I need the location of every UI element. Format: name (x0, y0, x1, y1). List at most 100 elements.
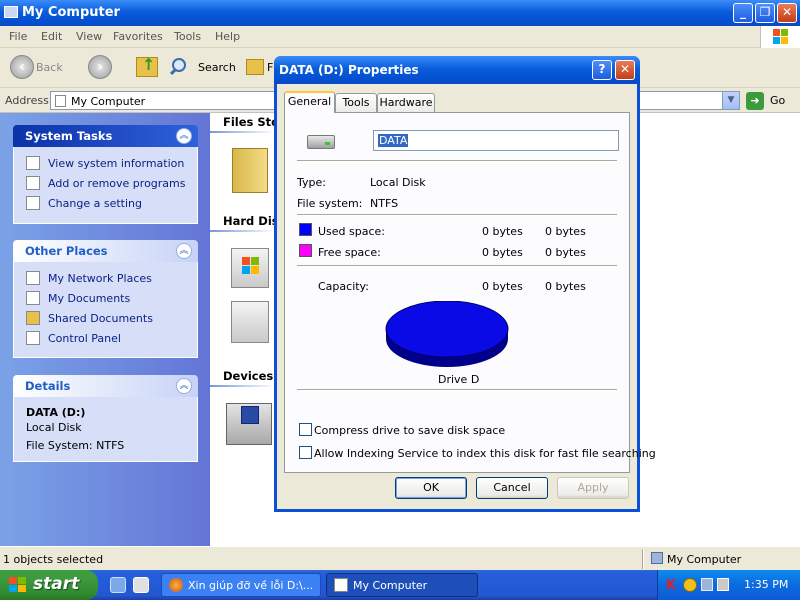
compress-drive-checkbox[interactable] (299, 423, 312, 436)
shared-documents-folder-icon[interactable] (232, 148, 268, 193)
taskbar-item-my-computer[interactable]: My Computer (326, 573, 478, 597)
window-title: My Computer (22, 5, 120, 20)
divider (297, 214, 617, 216)
menu-favorites[interactable]: Favorites (113, 30, 163, 43)
tab-hardware[interactable]: Hardware (377, 93, 435, 112)
add-remove-programs-icon (26, 176, 40, 190)
indexing-service-checkbox[interactable] (299, 446, 312, 459)
volume-tray-icon[interactable] (717, 578, 729, 591)
volume-name-input[interactable]: DATA (373, 130, 619, 151)
windows-flag-icon (9, 577, 27, 593)
go-arrow-icon[interactable]: ➜ (746, 92, 764, 110)
tab-general[interactable]: General (284, 91, 335, 113)
menu-bar: File Edit View Favorites Tools Help (0, 26, 800, 48)
used-space-size: 0 bytes (545, 225, 586, 238)
properties-dialog: DATA (D:) Properties ? ✕ General Tools H… (274, 56, 656, 512)
details-type: Local Disk (26, 421, 82, 434)
details-header[interactable]: Details ︽ (13, 375, 198, 397)
ok-button[interactable]: OK (395, 477, 467, 499)
dialog-body: General Tools Hardware DATA Type: Local … (277, 84, 656, 509)
minimize-button[interactable]: _ (733, 3, 753, 23)
used-space-label: Used space: (318, 225, 386, 238)
windows-logo-icon (760, 26, 800, 48)
search-button[interactable]: Search (168, 55, 238, 81)
menu-edit[interactable]: Edit (41, 30, 62, 43)
collapse-chevron-icon[interactable]: ︽ (176, 378, 192, 394)
forward-arrow-icon: › (88, 55, 112, 79)
up-folder-button[interactable]: ↑ (134, 55, 160, 81)
indexing-service-label[interactable]: Allow Indexing Service to index this dis… (314, 447, 656, 460)
folder-window-icon (334, 578, 348, 592)
hard-drive-icon (305, 125, 337, 153)
clock[interactable]: 1:35 PM (744, 578, 788, 591)
cancel-button[interactable]: Cancel (476, 477, 548, 499)
type-label: Type: (297, 176, 326, 189)
free-space-label: Free space: (318, 246, 381, 259)
my-computer-small-icon (55, 95, 66, 107)
menu-help[interactable]: Help (215, 30, 240, 43)
my-computer-icon (4, 6, 18, 18)
system-tasks-title: System Tasks (25, 129, 113, 143)
disk-usage-pie (385, 301, 509, 367)
folders-icon (246, 59, 264, 75)
address-dropdown-chevron-icon[interactable]: ▼ (722, 92, 739, 109)
free-space-size: 0 bytes (545, 246, 586, 259)
capacity-label: Capacity: (318, 280, 369, 293)
quicklaunch-windows-icon[interactable] (133, 577, 149, 593)
system-info-icon (26, 156, 40, 170)
system-tasks-header[interactable]: System Tasks ︽ (13, 125, 198, 147)
drive-d-icon[interactable] (231, 301, 269, 343)
dialog-close-button[interactable]: ✕ (615, 60, 635, 80)
go-button[interactable]: Go (770, 94, 785, 107)
details-body: DATA (D:) Local Disk File System: NTFS (13, 397, 198, 462)
task-pane: System Tasks ︽ View system information A… (0, 113, 210, 546)
taskbar-item-browser[interactable]: Xin giúp đỡ về lỗi D:\... (161, 573, 321, 597)
address-label: Address (5, 94, 49, 107)
back-arrow-icon: ‹ (10, 55, 34, 79)
back-label: Back (36, 61, 63, 74)
start-button[interactable]: start (0, 570, 98, 600)
menu-tools[interactable]: Tools (174, 30, 201, 43)
collapse-chevron-icon[interactable]: ︽ (176, 128, 192, 144)
control-panel-icon (26, 331, 40, 345)
collapse-chevron-icon[interactable]: ︽ (176, 243, 192, 259)
folders-button[interactable]: F (244, 55, 273, 81)
forward-button[interactable]: › (86, 55, 126, 81)
dialog-titlebar[interactable]: DATA (D:) Properties ? ✕ (274, 56, 640, 84)
menu-file[interactable]: File (9, 30, 27, 43)
window-titlebar[interactable]: My Computer _ ❐ ✕ (0, 0, 800, 26)
maximize-button[interactable]: ❐ (755, 3, 775, 23)
network-tray-icon[interactable] (683, 578, 697, 592)
system-tasks-body: View system information Add or remove pr… (13, 147, 198, 224)
tab-tools[interactable]: Tools (335, 93, 377, 112)
back-button[interactable]: ‹ Back (8, 55, 80, 81)
general-tab-panel: DATA Type: Local Disk File system: NTFS … (284, 112, 656, 473)
quicklaunch-desktop-icon[interactable] (110, 577, 126, 593)
search-label: Search (198, 61, 236, 74)
details-title: Details (25, 379, 71, 393)
floppy-drive-icon[interactable] (226, 403, 272, 445)
dialog-title: DATA (D:) Properties (279, 63, 419, 77)
address-value: My Computer (71, 95, 146, 108)
my-documents-icon (26, 291, 40, 305)
my-computer-small-icon (651, 552, 663, 564)
menu-view[interactable]: View (76, 30, 102, 43)
status-bar: 1 objects selected My Computer (0, 546, 800, 570)
pie-top (385, 301, 509, 358)
divider (297, 265, 617, 267)
other-places-title: Other Places (25, 244, 108, 258)
volume-name-value: DATA (378, 134, 409, 147)
display-tray-icon[interactable] (701, 578, 713, 591)
capacity-bytes: 0 bytes (482, 280, 523, 293)
firefox-icon (169, 578, 183, 592)
taskbar: start Xin giúp đỡ về lỗi D:\... My Compu… (0, 570, 800, 600)
details-filesystem: File System: NTFS (26, 439, 125, 452)
other-places-header[interactable]: Other Places ︽ (13, 240, 198, 262)
close-button[interactable]: ✕ (777, 3, 797, 23)
antivirus-tray-icon[interactable]: K (666, 578, 676, 593)
drive-c-icon[interactable] (231, 248, 269, 288)
details-name: DATA (D:) (26, 406, 86, 419)
apply-button[interactable]: Apply (557, 477, 629, 499)
help-button[interactable]: ? (592, 60, 612, 80)
compress-drive-label[interactable]: Compress drive to save disk space (314, 424, 505, 437)
